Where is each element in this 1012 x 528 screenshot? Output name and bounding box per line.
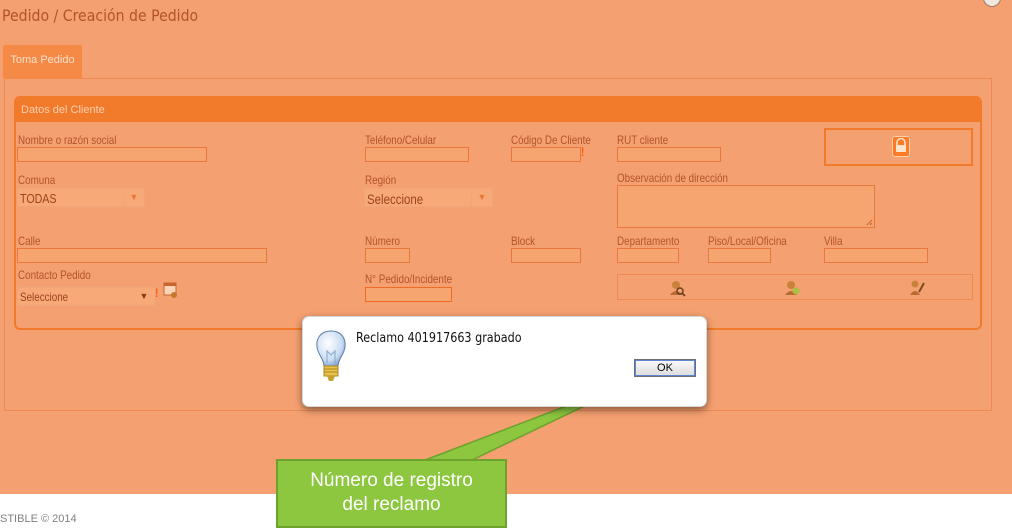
ok-button[interactable]: OK <box>634 359 696 377</box>
add-contact-icon[interactable] <box>783 279 801 297</box>
chevron-down-icon: ▼ <box>471 189 492 206</box>
nombre-input[interactable] <box>17 147 207 162</box>
block-input[interactable] <box>511 248 581 263</box>
label-nombre: Nombre o razón social <box>18 133 117 147</box>
contacto-value: Seleccione <box>20 290 69 304</box>
codigo-cliente-input[interactable] <box>511 147 581 162</box>
page-title: Pedido / Creación de Pedido <box>2 6 199 25</box>
label-numero: Número <box>365 234 401 248</box>
comuna-select[interactable]: TODAS ▼ <box>17 188 145 207</box>
edit-contact-icon[interactable] <box>908 279 926 297</box>
message-dialog: Reclamo 401917663 grabado OK <box>302 316 707 407</box>
callout-annotation: Número de registro del reclamo <box>276 459 507 528</box>
n-pedido-input[interactable] <box>365 287 452 302</box>
comuna-value: TODAS <box>20 191 57 206</box>
lock-icon <box>892 136 910 157</box>
label-calle: Calle <box>18 234 41 248</box>
lightbulb-icon <box>315 329 347 387</box>
chevron-down-icon: ▼ <box>139 291 149 301</box>
contacto-select[interactable]: Seleccione ▼ <box>17 287 155 306</box>
rut-cliente-input[interactable] <box>617 147 721 162</box>
label-region: Región <box>365 173 397 187</box>
label-observacion: Observación de dirección <box>617 171 729 185</box>
piso-input[interactable] <box>708 248 771 263</box>
lock-button[interactable] <box>824 128 973 166</box>
label-telefono: Teléfono/Celular <box>365 133 437 147</box>
telefono-input[interactable] <box>365 147 469 162</box>
resize-handle-icon <box>866 219 873 226</box>
label-block: Block <box>511 234 536 248</box>
numero-input[interactable] <box>365 248 410 263</box>
departamento-input[interactable] <box>617 248 679 263</box>
contact-actions-bar <box>617 274 973 300</box>
label-codigo-cliente: Código De Cliente <box>511 133 591 147</box>
footer-copyright: STIBLE © 2014 <box>0 513 77 525</box>
label-villa: Villa <box>824 234 843 248</box>
fieldset-title: Datos del Cliente <box>16 98 980 122</box>
observacion-textarea[interactable] <box>617 185 875 228</box>
calle-input[interactable] <box>17 248 267 263</box>
label-comuna: Comuna <box>18 173 56 187</box>
dialog-message: Reclamo 401917663 grabado <box>356 331 522 346</box>
order-app-window: Pedido / Creación de Pedido ✕ Toma Pedid… <box>0 0 1012 494</box>
villa-input[interactable] <box>824 248 928 263</box>
region-value: Seleccione <box>367 191 424 207</box>
tab-toma-pedido[interactable]: Toma Pedido <box>3 45 82 78</box>
callout-line-2: del reclamo <box>342 494 441 515</box>
required-marker: ! <box>581 145 585 159</box>
label-departamento: Departamento <box>617 234 680 248</box>
chevron-down-icon: ▼ <box>123 189 144 206</box>
required-marker: ! <box>155 286 159 300</box>
close-icon[interactable]: ✕ <box>983 0 1001 7</box>
label-contacto-pedido: Contacto Pedido <box>18 268 91 282</box>
region-select[interactable]: Seleccione ▼ <box>364 188 493 207</box>
label-piso: Piso/Local/Oficina <box>708 234 787 248</box>
callout-line-1: Número de registro <box>310 470 473 491</box>
calendar-icon[interactable] <box>163 282 178 299</box>
label-rut-cliente: RUT cliente <box>617 133 669 147</box>
search-user-icon[interactable] <box>668 279 686 297</box>
label-n-pedido: N° Pedido/Incidente <box>365 272 453 286</box>
